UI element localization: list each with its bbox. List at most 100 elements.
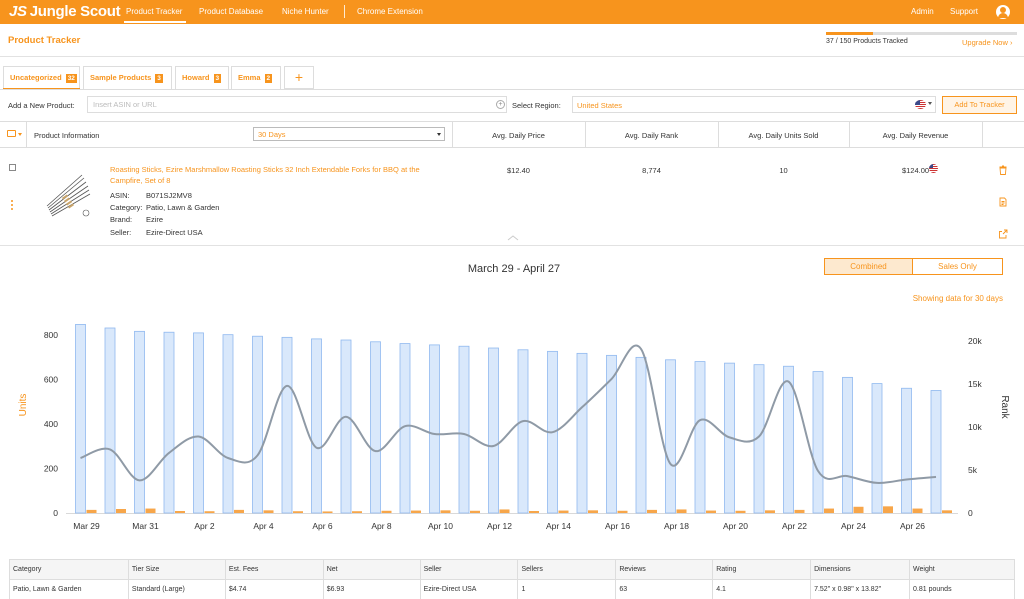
sales-bar [617,510,628,513]
nav-chrome-extension[interactable]: Chrome Extension [357,7,423,16]
y-tick-label: 800 [44,330,58,340]
nav-niche-hunter[interactable]: Niche Hunter [282,7,329,16]
units-bar [694,361,706,514]
jungle-scout-logo[interactable]: JS Jungle Scout [9,3,121,20]
tab-sample-products[interactable]: Sample Products 3 [83,66,172,89]
table-header-cell: Category [9,559,129,580]
column-avg-price[interactable]: Avg. Daily Price [452,131,585,140]
sales-bar [322,511,333,513]
units-bar [812,371,824,514]
column-divider [982,121,983,148]
table-header-cell: Sellers [517,559,617,580]
note-icon[interactable] [998,197,1008,207]
nav-active-indicator [124,21,186,23]
sales-bar [883,506,893,513]
combined-toggle-button[interactable]: Combined [824,258,913,275]
tab-label: Uncategorized [10,73,62,82]
sales-bar [470,510,480,513]
nav-product-tracker[interactable]: Product Tracker [126,7,182,16]
sales-bar [853,506,864,513]
sales-only-toggle-button[interactable]: Sales Only [913,258,1003,275]
region-select[interactable]: United States [572,96,936,113]
sales-bar [86,509,97,513]
folder-icon[interactable] [7,130,16,137]
logo-initials: JS [9,3,27,20]
add-to-tracker-button[interactable]: Add To Tracker [942,96,1017,114]
share-icon[interactable] [998,229,1008,239]
table-header-cell: Net [322,559,421,580]
product-details-table: Category Tier Size Est. Fees Net Seller Selle… [9,559,1015,599]
x-tick-label: Apr 16 [605,521,630,531]
units-bar [163,331,175,514]
tab-howard[interactable]: Howard 3 [175,66,229,89]
x-tick-label: Apr 22 [782,521,807,531]
table-header-cell: Reviews [615,559,714,580]
table-header-cell: Weight [909,559,1015,580]
nav-support[interactable]: Support [950,7,978,16]
collapse-chevron-icon[interactable] [507,235,519,241]
column-avg-rank[interactable]: Avg. Daily Rank [585,131,718,140]
nav-divider [344,5,345,18]
table-row: Patio, Lawn & Garden Standard (Large) $4.7… [9,579,1015,599]
region-label: Select Region: [512,101,561,110]
units-bar [429,344,440,514]
user-account-icon[interactable] [996,5,1010,19]
nav-admin[interactable]: Admin [911,7,934,16]
sales-bar [116,508,126,513]
column-divider [26,121,27,148]
y-tick-label: 0 [53,508,58,518]
x-tick-label: Apr 2 [194,521,215,531]
tab-label: Howard [182,73,210,82]
y-tick-label: 600 [44,375,58,385]
asin-input[interactable] [87,96,507,113]
y2-tick-label: 10k [968,422,982,432]
sales-bar [912,508,923,513]
table-header-cell: Est. Fees [224,559,324,580]
tab-uncategorized[interactable]: Uncategorized 32 [3,66,80,90]
chevron-down-icon [437,133,441,136]
nav-product-database[interactable]: Product Database [199,7,263,16]
table-cell: Standard (Large) [127,579,226,599]
tracked-progress-fill [826,32,874,35]
divider [0,56,1024,57]
sales-bar [706,510,716,513]
trash-icon[interactable] [998,165,1008,175]
table-header-cell: Rating [712,559,812,580]
product-rank: 8,774 [642,166,661,175]
y2-tick-label: 15k [968,379,982,389]
sales-bar [794,509,805,513]
units-bar [134,330,145,514]
seller-label: Seller: [110,228,132,237]
product-checkbox[interactable] [9,164,16,171]
asin-value: B071SJ2MV8 [146,191,192,200]
sales-bar [293,511,303,513]
units-bar [842,376,853,514]
more-options-icon[interactable] [11,200,13,210]
table-cell: Ezire-Direct USA [419,579,519,599]
product-title-link[interactable]: Roasting Sticks, Ezire Marshmallow Roast… [110,164,450,186]
add-circle-icon[interactable]: + [496,100,505,109]
table-cell: 4.1 [712,579,812,599]
x-tick-label: Apr 24 [841,521,866,531]
add-tab-button[interactable]: + [284,66,314,89]
tracked-count: 37 / 150 Products Tracked [826,38,908,45]
table-cell: $6.93 [322,579,421,599]
upgrade-link[interactable]: Upgrade Now › [962,38,1012,47]
units-bar [635,356,647,514]
column-avg-units[interactable]: Avg. Daily Units Sold [718,131,849,140]
tab-label: Emma [238,73,261,82]
sales-bar [352,511,362,513]
period-select[interactable]: 30 Days [253,127,445,141]
sales-bar [440,510,451,513]
y-tick-label: 200 [44,464,58,474]
units-bar [488,347,499,514]
sales-bar [529,510,539,513]
tab-count-badge: 3 [155,74,163,83]
units-bar [665,359,676,514]
brand-value: Ezire [146,215,164,224]
units-bar [75,324,86,514]
tab-emma[interactable]: Emma 2 [231,66,281,89]
sales-bar [765,510,775,513]
x-tick-label: Apr 12 [487,521,512,531]
column-avg-revenue[interactable]: Avg. Daily Revenue [849,131,982,140]
